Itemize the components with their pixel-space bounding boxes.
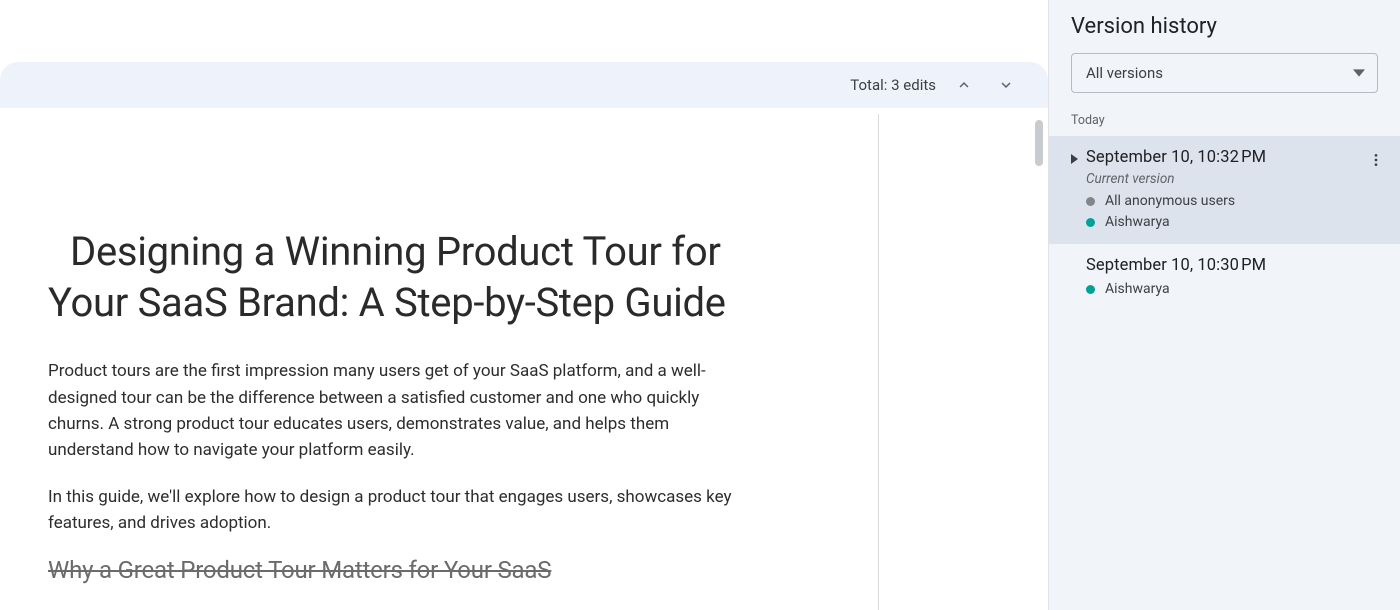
chevron-down-icon bbox=[997, 76, 1015, 94]
version-history-sidebar: Version history All versions Today Septe… bbox=[1048, 0, 1400, 610]
scrollbar-thumb[interactable] bbox=[1035, 120, 1043, 166]
document-paragraph: In this guide, we'll explore how to desi… bbox=[48, 484, 740, 537]
strikethrough-heading: Why a Great Product Tour Matters for You… bbox=[48, 556, 740, 584]
editor-color-dot bbox=[1086, 197, 1095, 206]
caret-down-icon bbox=[1353, 67, 1365, 79]
main-pane: Total: 3 edits Designing a Winning Produ… bbox=[0, 0, 1048, 610]
edits-summary-bar: Total: 3 edits bbox=[0, 62, 1048, 108]
editor-name: Aishwarya bbox=[1105, 281, 1170, 297]
expand-caret-icon[interactable] bbox=[1071, 154, 1078, 164]
right-margin-rule bbox=[878, 114, 879, 610]
next-edit-button[interactable] bbox=[992, 71, 1020, 99]
version-editor: Aishwarya bbox=[1086, 214, 1384, 230]
version-timestamp: September 10, 10:30 PM bbox=[1086, 256, 1266, 275]
editor-name: All anonymous users bbox=[1105, 193, 1235, 209]
document-area: Designing a Winning Product Tour for You… bbox=[0, 108, 1048, 610]
more-vertical-icon bbox=[1368, 152, 1384, 168]
version-filter-label: All versions bbox=[1086, 64, 1163, 82]
prev-edit-button[interactable] bbox=[950, 71, 978, 99]
total-edits-label: Total: 3 edits bbox=[850, 76, 936, 94]
version-editor: All anonymous users bbox=[1086, 193, 1384, 209]
version-item-current[interactable]: September 10, 10:32 PM Current version A… bbox=[1049, 136, 1400, 244]
version-editor: Aishwarya bbox=[1086, 281, 1384, 297]
version-timestamp: September 10, 10:32 PM bbox=[1086, 148, 1266, 167]
caret-spacer bbox=[1071, 261, 1078, 271]
document-title: Designing a Winning Product Tour for You… bbox=[48, 226, 740, 328]
sidebar-title: Version history bbox=[1049, 14, 1400, 53]
version-filter-dropdown[interactable]: All versions bbox=[1071, 53, 1378, 93]
version-more-button[interactable] bbox=[1364, 148, 1388, 172]
document-paragraph: Product tours are the first impression m… bbox=[48, 358, 740, 463]
version-group-label: Today bbox=[1049, 107, 1400, 136]
editor-color-dot bbox=[1086, 218, 1095, 227]
editor-name: Aishwarya bbox=[1105, 214, 1170, 230]
editor-color-dot bbox=[1086, 285, 1095, 294]
top-spacer bbox=[0, 0, 1048, 62]
chevron-up-icon bbox=[955, 76, 973, 94]
version-item[interactable]: September 10, 10:30 PM Aishwarya bbox=[1049, 244, 1400, 311]
version-subtitle: Current version bbox=[1086, 171, 1384, 187]
